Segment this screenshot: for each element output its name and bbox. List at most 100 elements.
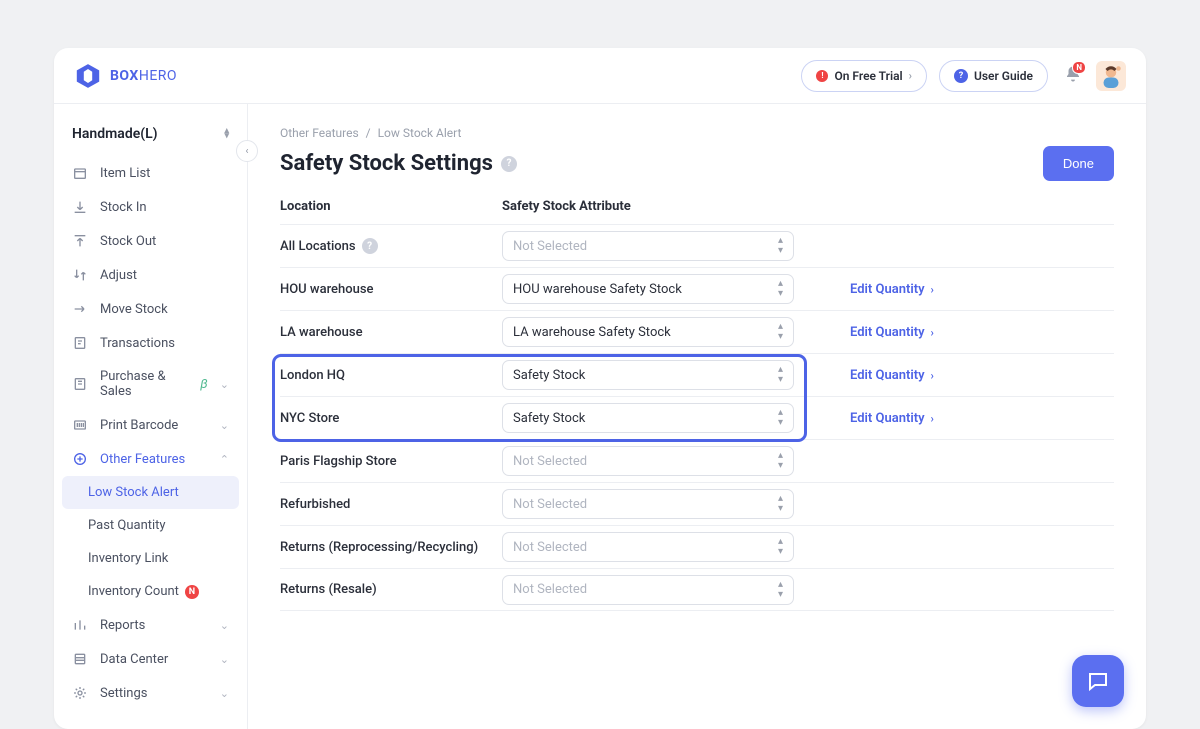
chevron-updown-icon: ▴▾: [778, 494, 783, 514]
sidebar-purchase-sales[interactable]: Purchase & Salesβ⌄: [54, 360, 247, 408]
chevron-right-icon: ›: [931, 283, 934, 296]
plus-circle-icon: [72, 451, 88, 467]
chat-fab[interactable]: [1072, 655, 1124, 707]
table-header: Location Safety Stock Attribute: [280, 199, 1114, 224]
chevron-down-icon: ⌄: [220, 419, 229, 432]
chevron-updown-icon: ▴▾: [778, 279, 783, 299]
sidebar-settings[interactable]: Settings⌄: [54, 676, 247, 710]
sidebar-sub-inventory-count[interactable]: Inventory CountN: [54, 575, 247, 608]
app-window: BOXHERO ! On Free Trial › ? User Guide N…: [54, 48, 1146, 729]
attribute-select[interactable]: Not Selected▴▾: [502, 489, 794, 519]
chevron-updown-icon: ▴▾: [778, 451, 783, 471]
done-button[interactable]: Done: [1043, 146, 1114, 181]
location-cell: Refurbished: [280, 497, 502, 512]
breadcrumb-parent[interactable]: Other Features: [280, 126, 359, 140]
attribute-select[interactable]: Not Selected▴▾: [502, 532, 794, 562]
download-icon: [72, 199, 88, 215]
attribute-select[interactable]: Safety Stock▴▾: [502, 360, 794, 390]
column-location: Location: [280, 199, 502, 214]
sidebar-collapse-button[interactable]: ‹: [236, 140, 258, 162]
location-cell: London HQ: [280, 368, 502, 383]
guide-button[interactable]: ? User Guide: [939, 60, 1048, 92]
chevron-right-icon: ›: [931, 412, 934, 425]
location-cell: All Locations?: [280, 238, 502, 254]
chevron-down-icon: ⌄: [220, 378, 229, 391]
attribute-select[interactable]: Not Selected▴▾: [502, 575, 794, 605]
sidebar-print-barcode[interactable]: Print Barcode⌄: [54, 408, 247, 442]
sidebar-other-features[interactable]: Other Features⌃: [54, 442, 247, 476]
chevron-updown-icon: ▴▾: [778, 580, 783, 600]
workspace-selector[interactable]: Handmade(L) ▴▾: [54, 118, 247, 156]
table-row: London HQSafety Stock▴▾Edit Quantity›: [280, 353, 1114, 396]
sidebar-sub-past-quantity[interactable]: Past Quantity: [54, 509, 247, 542]
logo-text: BOXHERO: [110, 68, 177, 84]
sidebar-stock-out[interactable]: Stock Out: [54, 224, 247, 258]
column-attribute: Safety Stock Attribute: [502, 199, 794, 214]
chevron-right-icon: ›: [931, 369, 934, 382]
chevron-right-icon: ›: [931, 326, 934, 339]
logo-icon: [74, 62, 102, 90]
sidebar-move-stock[interactable]: Move Stock: [54, 292, 247, 326]
avatar[interactable]: [1096, 61, 1126, 91]
notification-badge: N: [1072, 61, 1086, 74]
gear-icon: [72, 685, 88, 701]
location-cell: LA warehouse: [280, 325, 502, 340]
table-row: Returns (Resale)Not Selected▴▾: [280, 568, 1114, 611]
sidebar-adjust[interactable]: Adjust: [54, 258, 247, 292]
edit-quantity-link[interactable]: Edit Quantity›: [794, 368, 934, 383]
adjust-icon: [72, 267, 88, 283]
location-cell: HOU warehouse: [280, 282, 502, 297]
breadcrumb: Other Features / Low Stock Alert: [280, 126, 1114, 140]
main-content: Other Features / Low Stock Alert Safety …: [248, 104, 1146, 729]
attribute-select[interactable]: LA warehouse Safety Stock▴▾: [502, 317, 794, 347]
table-row: NYC StoreSafety Stock▴▾Edit Quantity›: [280, 396, 1114, 439]
location-cell: Paris Flagship Store: [280, 454, 502, 469]
table-row: HOU warehouseHOU warehouse Safety Stock▴…: [280, 267, 1114, 310]
page-title: Safety Stock Settings ?: [280, 151, 517, 176]
chevron-down-icon: ⌄: [220, 653, 229, 666]
attribute-select[interactable]: HOU warehouse Safety Stock▴▾: [502, 274, 794, 304]
chevron-right-icon: ›: [909, 69, 912, 82]
chevron-updown-icon: ▴▾: [778, 322, 783, 342]
table-row: All Locations?Not Selected▴▾: [280, 224, 1114, 267]
sidebar-sub-inventory-link[interactable]: Inventory Link: [54, 542, 247, 575]
edit-quantity-link[interactable]: Edit Quantity›: [794, 411, 934, 426]
chevron-down-icon: ⌄: [220, 687, 229, 700]
alert-icon: !: [816, 70, 828, 82]
sidebar-stock-in[interactable]: Stock In: [54, 190, 247, 224]
logo[interactable]: BOXHERO: [74, 62, 177, 90]
location-cell: NYC Store: [280, 411, 502, 426]
attribute-select[interactable]: Safety Stock▴▾: [502, 403, 794, 433]
upload-icon: [72, 233, 88, 249]
sort-icon: ▴▾: [224, 129, 229, 140]
table-body: All Locations?Not Selected▴▾HOU warehous…: [280, 224, 1114, 611]
attribute-select[interactable]: Not Selected▴▾: [502, 446, 794, 476]
chevron-updown-icon: ▴▾: [778, 236, 783, 256]
sidebar-transactions[interactable]: Transactions: [54, 326, 247, 360]
sidebar: Handmade(L) ▴▾ ‹ Item List Stock In Stoc…: [54, 104, 248, 729]
arrow-right-icon: [72, 301, 88, 317]
trial-button[interactable]: ! On Free Trial ›: [801, 60, 927, 92]
attribute-select[interactable]: Not Selected▴▾: [502, 231, 794, 261]
breadcrumb-child[interactable]: Low Stock Alert: [378, 126, 462, 140]
document-icon: [72, 376, 88, 392]
topbar: BOXHERO ! On Free Trial › ? User Guide N: [54, 48, 1146, 104]
help-icon[interactable]: ?: [362, 238, 378, 254]
sidebar-reports[interactable]: Reports⌄: [54, 608, 247, 642]
help-icon[interactable]: ?: [501, 156, 517, 172]
edit-quantity-link[interactable]: Edit Quantity›: [794, 282, 934, 297]
edit-quantity-link[interactable]: Edit Quantity›: [794, 325, 934, 340]
sidebar-item-list[interactable]: Item List: [54, 156, 247, 190]
sidebar-sub-low-stock[interactable]: Low Stock Alert: [62, 476, 239, 509]
help-icon: ?: [954, 69, 968, 83]
table-row: Paris Flagship StoreNot Selected▴▾: [280, 439, 1114, 482]
receipt-icon: [72, 335, 88, 351]
sidebar-data-center[interactable]: Data Center⌄: [54, 642, 247, 676]
chevron-updown-icon: ▴▾: [778, 408, 783, 428]
beta-badge: β: [200, 377, 207, 392]
location-cell: Returns (Resale): [280, 582, 502, 597]
chart-icon: [72, 617, 88, 633]
box-icon: [72, 165, 88, 181]
table-row: Returns (Reprocessing/Recycling)Not Sele…: [280, 525, 1114, 568]
notifications-button[interactable]: N: [1064, 65, 1082, 87]
